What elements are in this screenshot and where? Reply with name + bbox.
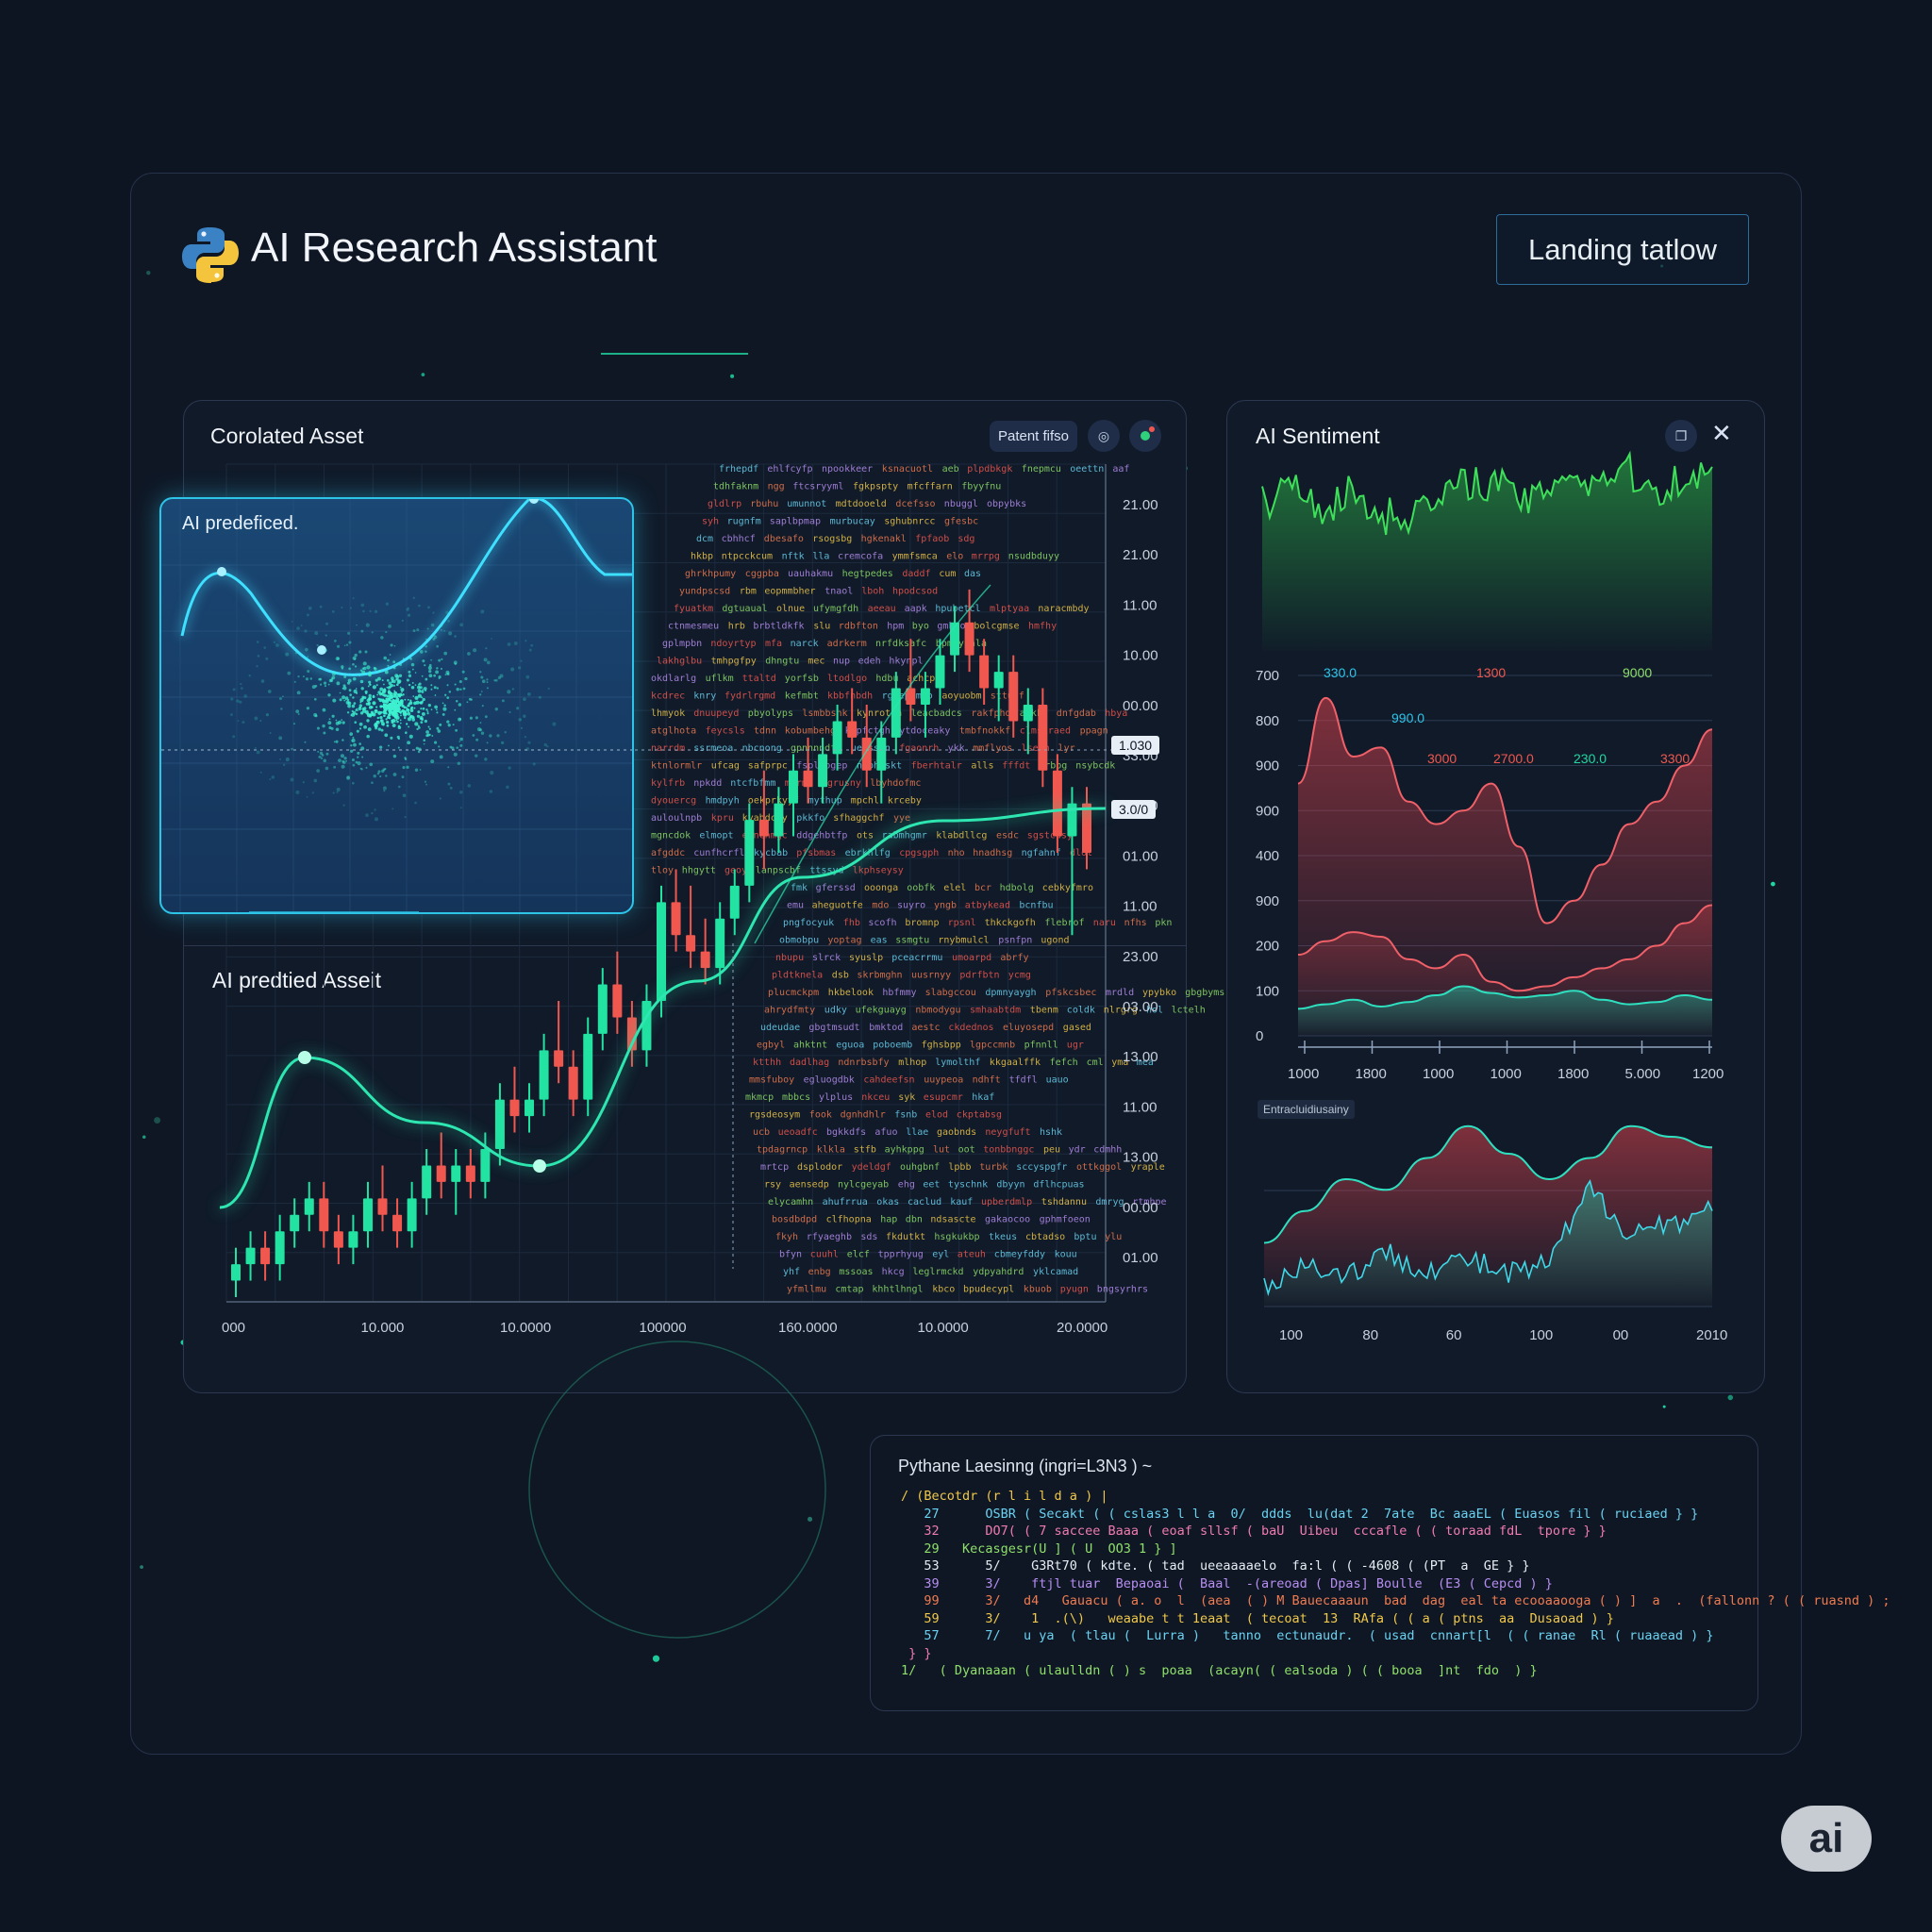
code-line: 53 5/ G3Rt70 ( kdte. ( tad ueeaaaaelo fa…: [901, 1558, 1530, 1574]
value-label: 230.0: [1574, 751, 1607, 766]
y-tick-label: 200: [1256, 939, 1279, 955]
x-tick-label: 1800: [1356, 1066, 1387, 1082]
value-label: 9000: [1623, 665, 1652, 680]
x-tick-label: 2010: [1696, 1327, 1727, 1343]
value-label: 990.0: [1391, 710, 1424, 725]
x-tick-label: 1800: [1557, 1066, 1589, 1082]
code-line: 57 7/ u ya ( tlau ( Lurra ) tanno ectuna…: [901, 1628, 1714, 1643]
code-line: 27 OSBR ( Secakt ( ( cslas3 l l a 0/ ddd…: [901, 1506, 1699, 1522]
y-tick-label: 900: [1256, 803, 1279, 819]
x-tick-label: 1000: [1423, 1066, 1454, 1082]
y-tick-label: 900: [1256, 893, 1279, 909]
y-tick-label: 900: [1256, 758, 1279, 774]
x-tick-label: 00: [1613, 1327, 1629, 1343]
y-tick-label: 100: [1256, 983, 1279, 999]
code-block: / (Becotdr (r l i l d a ) | 27 OSBR ( Se…: [901, 1488, 1890, 1680]
code-line: 59 3/ 1 .(\) weaabe t t 1eaat ( tecoat 1…: [901, 1610, 1614, 1626]
code-line: 1/ ( Dyanaaan ( ulaulldn ( ) s poaa (aca…: [901, 1663, 1538, 1678]
x-tick-label: 1000: [1288, 1066, 1319, 1082]
value-label: 1300: [1476, 665, 1506, 680]
code-panel-title: Pythane Laesinng (ingri=L3N3 ) ~: [898, 1457, 1153, 1475]
value-label: 2700.0: [1493, 751, 1534, 766]
value-label: 3300: [1660, 751, 1690, 766]
orbit-decoration: [528, 1341, 826, 1639]
y-tick-label: 700: [1256, 668, 1279, 684]
ai-badge[interactable]: ai: [1781, 1806, 1872, 1872]
y-tick-label: 0: [1256, 1028, 1263, 1044]
x-tick-label: 60: [1446, 1327, 1462, 1343]
code-line: 39 3/ ftjl tuar Bepaoai ( Baal -(areoad …: [901, 1575, 1553, 1591]
python-code-panel: Pythane Laesinng (ingri=L3N3 ) ~ / (Beco…: [870, 1435, 1890, 1711]
x-tick-label: 1200: [1692, 1066, 1724, 1082]
code-line: 99 3/ d4 Gauacu ( a. o l (aea ( ) M Baue…: [901, 1593, 1890, 1608]
value-label: 3000: [1427, 751, 1457, 766]
code-line: / (Becotdr (r l i l d a ) |: [901, 1489, 1108, 1504]
y-tick-label: 800: [1256, 713, 1279, 729]
x-tick-label: 80: [1362, 1327, 1378, 1343]
x-tick-label: 1000: [1491, 1066, 1522, 1082]
sentiment-mid-label: Entracluidiusainy: [1257, 1100, 1355, 1119]
x-tick-label: 100: [1279, 1327, 1303, 1343]
value-label: 330.0: [1324, 665, 1357, 680]
code-line: } }: [901, 1645, 932, 1661]
code-line: 29 Kecasgesr(U ] ( U OO3 1 } ]: [901, 1541, 1177, 1557]
y-tick-label: 400: [1256, 848, 1279, 864]
code-line: 32 DO7( ( 7 saccee Baaa ( eoaf sllsf ( b…: [901, 1524, 1607, 1539]
x-tick-label: 100: [1529, 1327, 1553, 1343]
x-tick-label: 5.000: [1625, 1066, 1661, 1082]
